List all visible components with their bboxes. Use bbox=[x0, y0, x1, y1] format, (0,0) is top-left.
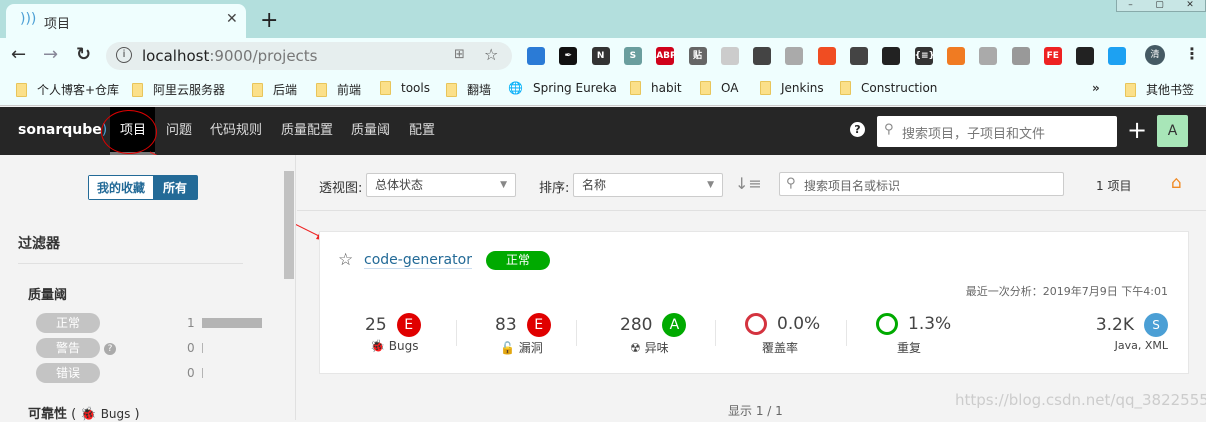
favorites-toggle[interactable]: 我的收藏 所有 bbox=[88, 175, 199, 200]
duplications-donut-icon bbox=[876, 313, 898, 335]
coverage-donut-icon bbox=[745, 313, 767, 335]
divider bbox=[576, 320, 577, 346]
project-link[interactable]: code-generator bbox=[364, 252, 472, 269]
duplications-label: 重复 bbox=[897, 341, 922, 355]
quality-gate-title: 质量阈 bbox=[28, 288, 68, 303]
rating-badge: A bbox=[662, 313, 687, 337]
toggle-all[interactable]: 所有 bbox=[153, 176, 198, 199]
search-placeholder: 搜索项目名或标识 bbox=[804, 179, 901, 193]
home-icon[interactable]: ⌂ bbox=[1171, 173, 1182, 193]
pagination: 显示 1 / 1 bbox=[728, 404, 783, 418]
divider bbox=[297, 210, 1206, 211]
code-smells-metric[interactable]: 280 A bbox=[620, 313, 687, 337]
size-metric[interactable]: 3.2K S bbox=[1096, 313, 1168, 337]
quality-gate-filter[interactable]: 警告 bbox=[36, 338, 100, 358]
facet-count: 0 bbox=[187, 366, 195, 380]
project-count: 1 项目 bbox=[1096, 179, 1132, 193]
quality-gate-badge: 正常 bbox=[486, 251, 550, 270]
sort-direction-icon[interactable]: ↓≡ bbox=[735, 174, 762, 193]
filters-title: 过滤器 bbox=[18, 236, 60, 252]
facet-bar bbox=[202, 318, 262, 328]
quality-gate-filter[interactable]: 错误 bbox=[36, 363, 100, 383]
quality-gate-filter[interactable]: 正常 bbox=[36, 313, 100, 333]
perspective-select[interactable]: 总体状态 ▼ bbox=[366, 173, 516, 197]
scrollbar-thumb[interactable] bbox=[284, 171, 294, 279]
vulnerabilities-metric[interactable]: 83 E bbox=[495, 313, 551, 337]
bugs-label: 🐞 Bugs bbox=[370, 339, 419, 353]
user-avatar[interactable]: A bbox=[1157, 115, 1188, 147]
rating-badge: E bbox=[396, 313, 421, 337]
duplications-metric[interactable]: 1.3% bbox=[876, 313, 951, 335]
watermark: https://blog.csdn.net/qq_38225558 bbox=[955, 391, 1206, 409]
coverage-metric[interactable]: 0.0% bbox=[745, 313, 820, 335]
global-search-input[interactable]: ⚲ 搜索项目，子项目和文件 bbox=[877, 116, 1117, 147]
bugs-metric[interactable]: 25 E bbox=[365, 313, 421, 337]
bug-icon: 🐞 bbox=[370, 339, 385, 353]
divider bbox=[715, 320, 716, 346]
rating-badge: E bbox=[526, 313, 551, 337]
divider bbox=[456, 320, 457, 346]
favorite-star-icon[interactable]: ☆ bbox=[338, 250, 353, 270]
search-icon: ⚲ bbox=[884, 122, 894, 137]
last-analysis: 最近一次分析：2019年7月9日 下午4:01 bbox=[965, 285, 1168, 298]
divider bbox=[846, 320, 847, 346]
project-search-input[interactable]: ⚲ 搜索项目名或标识 bbox=[779, 172, 1064, 196]
languages-label: Java, XML bbox=[1114, 339, 1168, 352]
facet-bar bbox=[202, 343, 203, 353]
toggle-favorites[interactable]: 我的收藏 bbox=[89, 176, 154, 199]
radiation-icon: ☢ bbox=[630, 341, 641, 355]
size-badge: S bbox=[1144, 313, 1168, 337]
sort-label: 排序: bbox=[539, 181, 570, 196]
coverage-label: 覆盖率 bbox=[762, 341, 799, 355]
help-icon[interactable]: ? bbox=[104, 343, 116, 355]
facet-count: 1 bbox=[187, 316, 195, 330]
lock-icon: 🔓 bbox=[500, 341, 515, 355]
facet-bar bbox=[202, 368, 203, 378]
divider bbox=[18, 263, 243, 264]
facet-count: 0 bbox=[187, 341, 195, 355]
search-icon: ⚲ bbox=[786, 176, 796, 191]
vulnerabilities-label: 🔓 漏洞 bbox=[500, 341, 543, 355]
perspective-label: 透视图: bbox=[319, 181, 363, 196]
reliability-title[interactable]: 可靠性 ( 🐞 Bugs ) bbox=[28, 403, 140, 422]
search-placeholder: 搜索项目，子项目和文件 bbox=[902, 127, 1046, 142]
code-smells-label: ☢ 异味 bbox=[630, 341, 669, 355]
create-plus-icon[interactable]: + bbox=[1127, 116, 1147, 144]
sidebar-scrollbar[interactable] bbox=[282, 155, 296, 420]
help-icon[interactable]: ? bbox=[850, 122, 865, 137]
sort-select[interactable]: 名称 ▼ bbox=[573, 173, 723, 197]
